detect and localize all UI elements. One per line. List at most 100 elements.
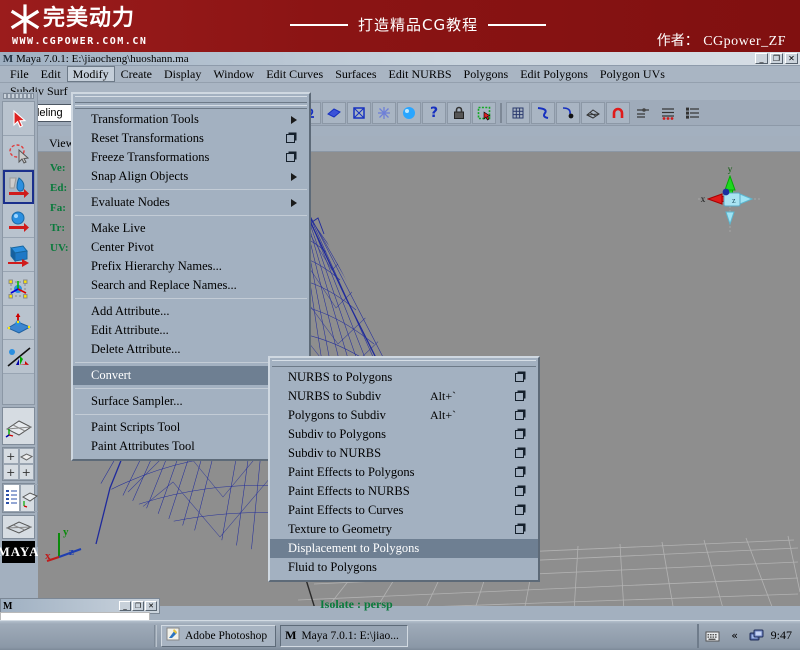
menuitem-nurbs-to-polygons[interactable]: NURBS to Polygons: [270, 368, 538, 387]
taskbar-button-photoshop[interactable]: Adobe Photoshop: [161, 625, 276, 647]
select-surface-icon[interactable]: [322, 102, 346, 124]
toolbox-grip[interactable]: [3, 93, 34, 99]
select-tool[interactable]: [3, 102, 34, 136]
universal-manipulator-tool[interactable]: [3, 306, 34, 340]
restore-button[interactable]: ❐: [770, 53, 783, 64]
menu-edit-polygons[interactable]: Edit Polygons: [514, 66, 594, 82]
menuitem-displacement-to-polygons[interactable]: Displacement to Polygons: [270, 539, 538, 558]
menu-edit-curves[interactable]: Edit Curves: [260, 66, 329, 82]
dynamics-icon[interactable]: [372, 102, 396, 124]
option-box-icon[interactable]: [286, 153, 295, 162]
bg-minimize-button[interactable]: _: [119, 601, 131, 611]
menu-tearoff-handle-2[interactable]: [75, 105, 307, 109]
scale-tool[interactable]: [3, 272, 34, 306]
layout-four-view[interactable]: + + +: [2, 447, 35, 481]
layout-hypergraph[interactable]: [2, 515, 35, 539]
menu-edit[interactable]: Edit: [35, 66, 67, 82]
option-box-icon[interactable]: [515, 487, 524, 496]
menu-polygon-uvs[interactable]: Polygon UVs: [594, 66, 671, 82]
menuitem-freeze-transformations[interactable]: Freeze Transformations: [73, 148, 309, 167]
network-icon[interactable]: [749, 629, 765, 643]
option-box-icon[interactable]: [515, 392, 524, 401]
menuitem-label: NURBS to Polygons: [288, 370, 392, 385]
menuitem-paint-effects-to-polygons[interactable]: Paint Effects to Polygons: [270, 463, 538, 482]
point-snap-icon[interactable]: [556, 102, 580, 124]
option-box-icon[interactable]: [515, 525, 524, 534]
menu-tearoff-handle[interactable]: [75, 96, 307, 103]
menu-divider: [75, 189, 307, 190]
menuitem-prefix-hierarchy-names[interactable]: Prefix Hierarchy Names...: [73, 257, 309, 276]
menu-modify[interactable]: Modify: [67, 66, 115, 82]
menuitem-nurbs-to-subdiv[interactable]: NURBS to Subdiv Alt+`: [270, 387, 538, 406]
rotate-tool[interactable]: [3, 238, 34, 272]
menuitem-center-pivot[interactable]: Center Pivot: [73, 238, 309, 257]
grid-snap-icon[interactable]: [506, 102, 530, 124]
menuitem-snap-align-objects[interactable]: Snap Align Objects: [73, 167, 309, 186]
select-deform-icon[interactable]: [347, 102, 371, 124]
option-box-icon[interactable]: [515, 411, 524, 420]
maya-window: M Maya 7.0.1: E:\jiaocheng\huoshann.ma _…: [0, 52, 800, 620]
menu-surfaces[interactable]: Surfaces: [329, 66, 382, 82]
soft-modification-tool[interactable]: [3, 340, 34, 374]
menu-window[interactable]: Window: [207, 66, 260, 82]
marquee-select-icon[interactable]: [472, 102, 496, 124]
paint-select-tool[interactable]: [3, 170, 34, 204]
menuitem-subdiv-to-nurbs[interactable]: Subdiv to NURBS: [270, 444, 538, 463]
menu-polygons[interactable]: Polygons: [458, 66, 515, 82]
attribute-editor-icon[interactable]: [631, 102, 655, 124]
tool-settings-icon[interactable]: [656, 102, 680, 124]
menu-create[interactable]: Create: [115, 66, 158, 82]
channel-box-icon[interactable]: [681, 102, 705, 124]
option-box-icon[interactable]: [515, 468, 524, 477]
close-button[interactable]: ✕: [785, 53, 798, 64]
submenu-tearoff-handle[interactable]: [272, 360, 536, 367]
menuitem-label: Polygons to Subdiv: [288, 408, 386, 423]
tray-expand-chevron-icon[interactable]: «: [727, 629, 743, 643]
layout-outliner-persp[interactable]: [2, 483, 35, 513]
window-titlebar[interactable]: M Maya 7.0.1: E:\jiaocheng\huoshann.ma _…: [0, 52, 800, 66]
magnet-icon[interactable]: [606, 102, 630, 124]
menuitem-label: Paint Effects to Polygons: [288, 465, 415, 480]
menuitem-reset-transformations[interactable]: Reset Transformations: [73, 129, 309, 148]
menuitem-transformation-tools[interactable]: Transformation Tools: [73, 110, 309, 129]
minimize-button[interactable]: _: [755, 53, 768, 64]
bg-restore-button[interactable]: ❐: [132, 601, 144, 611]
menuitem-add-attribute[interactable]: Add Attribute...: [73, 302, 309, 321]
bg-close-button[interactable]: ✕: [145, 601, 157, 611]
menuitem-subdiv-to-polygons[interactable]: Subdiv to Polygons: [270, 425, 538, 444]
option-box-icon[interactable]: [515, 373, 524, 382]
taskbar-button-maya[interactable]: M Maya 7.0.1: E:\jiao...: [280, 625, 408, 647]
menu-display[interactable]: Display: [158, 66, 207, 82]
view-plane-snap-icon[interactable]: [581, 102, 605, 124]
option-box-icon[interactable]: [515, 506, 524, 515]
lasso-tool[interactable]: [3, 136, 34, 170]
menuitem-paint-effects-to-curves[interactable]: Paint Effects to Curves: [270, 501, 538, 520]
menuitem-make-live[interactable]: Make Live: [73, 219, 309, 238]
lock-icon[interactable]: [447, 102, 471, 124]
option-box-icon[interactable]: [515, 430, 524, 439]
curve-snap-icon[interactable]: [531, 102, 555, 124]
help-icon[interactable]: ?: [422, 102, 446, 124]
menuitem-search-and-replace-names[interactable]: Search and Replace Names...: [73, 276, 309, 295]
origin-axis-indicator: y z x: [43, 525, 87, 570]
persp-pane-icon: [20, 484, 40, 512]
menuitem-evaluate-nodes[interactable]: Evaluate Nodes: [73, 193, 309, 212]
toolbox-tools-group: [2, 101, 35, 405]
menuitem-paint-effects-to-nurbs[interactable]: Paint Effects to NURBS: [270, 482, 538, 501]
menuitem-fluid-to-polygons[interactable]: Fluid to Polygons: [270, 558, 538, 577]
menu-file[interactable]: File: [4, 66, 35, 82]
option-box-icon[interactable]: [286, 134, 295, 143]
menuitem-texture-to-geometry[interactable]: Texture to Geometry: [270, 520, 538, 539]
menuitem-polygons-to-subdiv[interactable]: Polygons to Subdiv Alt+`: [270, 406, 538, 425]
taskbar-clock: 9:47: [771, 628, 792, 643]
window-controls: _ ❐ ✕: [755, 53, 798, 64]
keyboard-icon[interactable]: [705, 629, 721, 643]
toolbox-empty-slot: [3, 374, 34, 404]
layout-single-persp[interactable]: [2, 407, 35, 445]
svg-text:y: y: [63, 526, 69, 538]
menuitem-edit-attribute[interactable]: Edit Attribute...: [73, 321, 309, 340]
render-icon[interactable]: [397, 102, 421, 124]
menu-edit-nurbs[interactable]: Edit NURBS: [383, 66, 458, 82]
option-box-icon[interactable]: [515, 449, 524, 458]
move-tool[interactable]: [3, 204, 34, 238]
